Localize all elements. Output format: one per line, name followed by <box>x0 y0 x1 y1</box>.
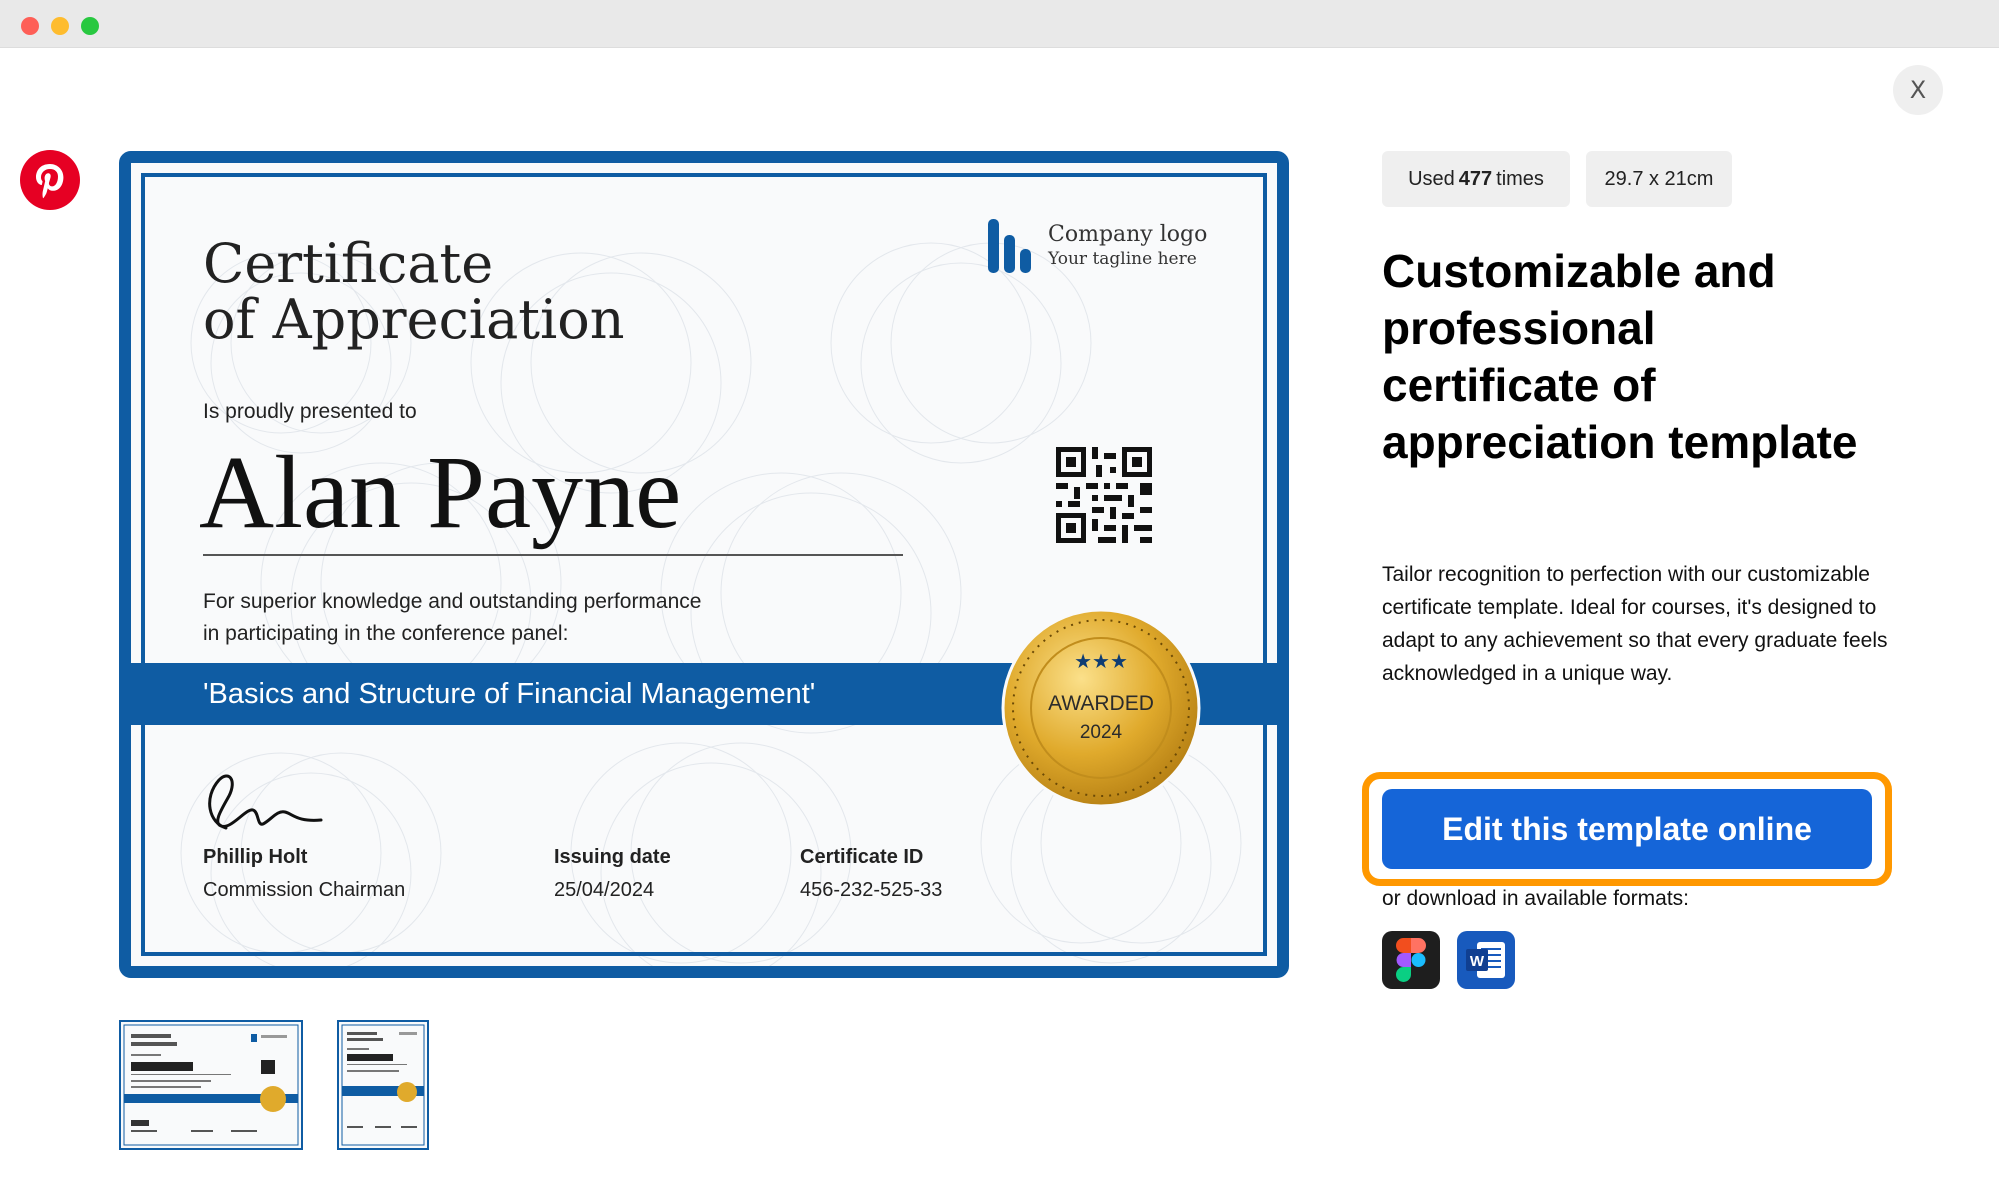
qr-code-icon <box>1056 447 1152 543</box>
company-tagline: Your tagline here <box>1048 249 1197 269</box>
award-seal-badge: ★★★ AWARDED 2024 <box>1001 608 1201 808</box>
usage-count: 477 <box>1458 167 1493 190</box>
signature <box>208 774 323 830</box>
seal-year: 2024 <box>1080 722 1123 743</box>
word-icon: W <box>1466 942 1505 978</box>
company-logo: Company logo Your tagline here <box>986 217 1207 275</box>
recipient-underline <box>203 554 903 556</box>
download-figma-button[interactable] <box>1382 931 1440 989</box>
certificate-preview: Certificate of Appreciation Company logo… <box>119 151 1289 978</box>
window-titlebar <box>0 0 1999 48</box>
signer-role: Commission Chairman <box>203 879 406 901</box>
template-description: Tailor recognition to perfection with ou… <box>1382 563 1888 685</box>
thumbnail-portrait-preview <box>341 1024 425 1146</box>
edit-template-button[interactable]: Edit this template online <box>1382 789 1872 869</box>
award-reason-line1: For superior knowledge and outstanding p… <box>203 590 702 613</box>
seal-label: AWARDED <box>1048 692 1154 715</box>
download-formats-label: or download in available formats: <box>1382 887 1690 910</box>
certificate-title-line2: of Appreciation <box>203 288 625 351</box>
usage-count-badge: Used 477 times <box>1382 151 1570 207</box>
close-button[interactable]: X <box>1893 65 1943 115</box>
certificate-id-label: Certificate ID <box>800 846 924 868</box>
thumbnail-landscape[interactable] <box>119 1020 303 1150</box>
company-logo-icon <box>988 219 1031 273</box>
pinterest-icon <box>36 164 64 199</box>
seal-stars: ★★★ <box>1074 649 1128 673</box>
figma-icon <box>1396 938 1426 982</box>
svg-text:W: W <box>1470 953 1485 970</box>
pinterest-share-button[interactable] <box>20 150 80 210</box>
certificate-title-line1: Certificate <box>203 232 494 295</box>
window-minimize-button[interactable] <box>51 17 69 35</box>
usage-suffix: times <box>1496 167 1544 190</box>
presented-to-label: Is proudly presented to <box>203 400 417 423</box>
thumbnail-landscape-preview <box>123 1024 299 1146</box>
window-zoom-button[interactable] <box>81 17 99 35</box>
company-name: Company logo <box>1048 222 1208 247</box>
thumbnail-portrait[interactable] <box>337 1020 429 1150</box>
usage-prefix: Used <box>1408 167 1455 190</box>
window-close-button[interactable] <box>21 17 39 35</box>
template-heading: Customizable and professional certificat… <box>1382 245 1858 468</box>
close-icon: X <box>1909 76 1927 104</box>
issuing-date: 25/04/2024 <box>554 879 655 901</box>
certificate-id: 456-232-525-33 <box>800 879 943 901</box>
award-reason: For superior knowledge and outstanding p… <box>203 586 823 650</box>
download-word-button[interactable]: W <box>1457 931 1515 989</box>
recipient-name: Alan Payne <box>199 435 682 550</box>
size-badge: 29.7 x 21cm <box>1586 151 1732 207</box>
course-name: 'Basics and Structure of Financial Manag… <box>203 678 816 710</box>
award-reason-line2: in participating in the conference panel… <box>203 622 569 645</box>
issuing-date-label: Issuing date <box>554 846 671 868</box>
signer-name: Phillip Holt <box>203 846 308 868</box>
